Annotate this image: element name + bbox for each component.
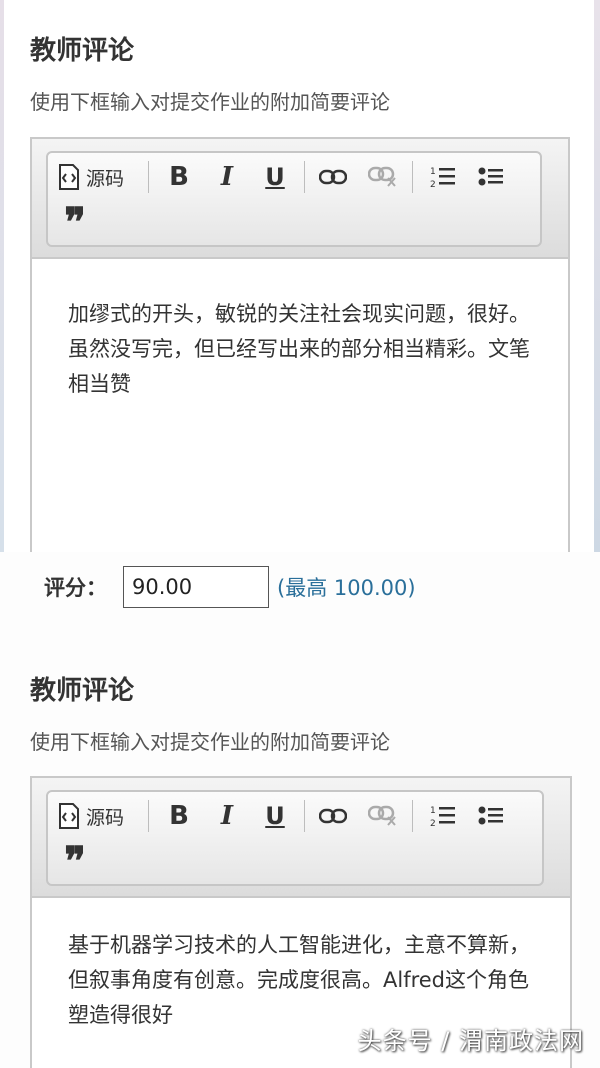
blockquote-button[interactable]: ❞ xyxy=(58,842,92,882)
italic-button[interactable]: I xyxy=(212,159,242,195)
link-button[interactable] xyxy=(316,161,350,193)
bold-button[interactable]: B xyxy=(164,159,194,195)
section-subtitle: 使用下框输入对提交作业的附加简要评论 xyxy=(30,90,390,114)
source-icon xyxy=(59,164,79,190)
grade-max: (最高 100.00) xyxy=(277,576,416,600)
numbered-list-button[interactable]: 1 2 xyxy=(426,800,460,832)
bullet-list-icon xyxy=(478,167,503,186)
unlink-icon xyxy=(368,805,396,826)
section-heading: 教师评论 xyxy=(30,676,135,706)
source-label: 源码 xyxy=(86,167,125,190)
numbered-list-button[interactable]: 1 2 xyxy=(426,161,460,193)
source-label: 源码 xyxy=(86,806,125,829)
underline-button[interactable]: U xyxy=(260,159,290,195)
editor-toolbar: 源码 B I U 1 2 ❞ xyxy=(46,151,542,247)
grade-input[interactable]: 90.00 xyxy=(123,566,269,608)
bullet-list-button[interactable] xyxy=(474,161,508,193)
svg-text:1: 1 xyxy=(430,167,436,177)
link-button[interactable] xyxy=(316,800,350,832)
unlink-button[interactable] xyxy=(366,800,400,832)
unlink-icon xyxy=(368,166,396,187)
section-heading: 教师评论 xyxy=(30,36,135,66)
section-subtitle: 使用下框输入对提交作业的附加简要评论 xyxy=(30,730,390,754)
link-icon xyxy=(319,169,347,185)
comment-panel-1: 教师评论 使用下框输入对提交作业的附加简要评论 源码 B I U 1 2 ❞ 加… xyxy=(0,0,600,552)
underline-button[interactable]: U xyxy=(260,798,290,834)
svg-text:2: 2 xyxy=(430,819,436,828)
blockquote-button[interactable]: ❞ xyxy=(58,203,92,243)
numbered-list-icon: 1 2 xyxy=(430,806,455,828)
numbered-list-icon: 1 2 xyxy=(430,167,455,189)
bullet-list-icon xyxy=(478,806,503,825)
comment-text[interactable]: 加缪式的开头，敏锐的关注社会现实问题，很好。虽然没写完，但已经写出来的部分相当精… xyxy=(68,297,538,402)
unlink-button[interactable] xyxy=(366,161,400,193)
grade-label: 评分： xyxy=(44,576,107,600)
editor-toolbar: 源码 B I U 1 2 ❞ xyxy=(46,790,544,886)
bold-button[interactable]: B xyxy=(164,798,194,834)
source-button[interactable]: 源码 xyxy=(58,161,124,193)
svg-text:2: 2 xyxy=(430,180,436,189)
source-button[interactable]: 源码 xyxy=(58,800,124,832)
comment-text[interactable]: 基于机器学习技术的人工智能进化，主意不算新，但叙事角度有创意。完成度很高。Alf… xyxy=(68,928,540,1033)
italic-button[interactable]: I xyxy=(212,798,242,834)
comment-panel-2: 教师评论 使用下框输入对提交作业的附加简要评论 源码 B I U 1 2 ❞ 基… xyxy=(0,552,600,1068)
source-icon xyxy=(59,803,79,829)
bullet-list-button[interactable] xyxy=(474,800,508,832)
comment-editor: 源码 B I U xyxy=(30,137,570,552)
watermark: 头条号 / 渭南政法网 xyxy=(357,1027,584,1055)
link-icon xyxy=(319,808,347,824)
grade-row: 评分： 90.00 (最高 100.00) xyxy=(44,566,416,608)
svg-text:1: 1 xyxy=(430,806,436,816)
